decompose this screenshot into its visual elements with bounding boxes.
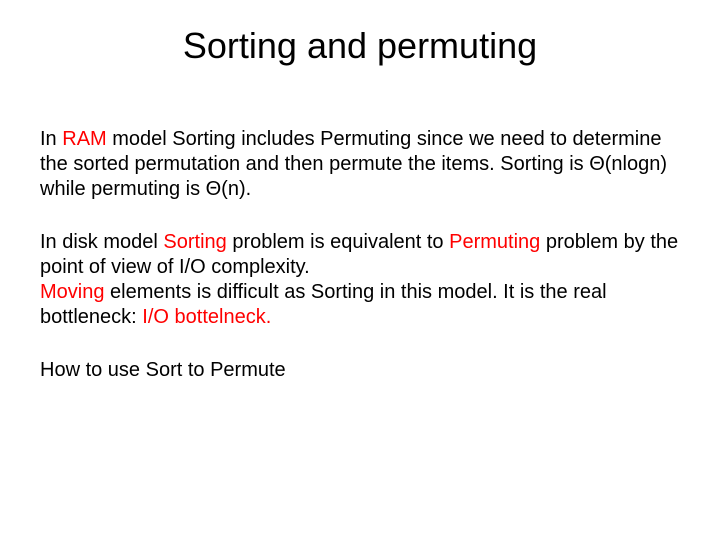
paragraph-2: In disk model Sorting problem is equival… (40, 230, 680, 330)
p2-bottleneck: I/O bottelneck. (142, 306, 271, 328)
p1-ram: RAM (62, 128, 106, 150)
paragraph-3: How to use Sort to Permute (40, 358, 680, 383)
p1-text-e: while permuting is (40, 178, 206, 200)
p1-text-c: model Sorting includes Permuting since w… (40, 128, 661, 175)
p2-text-c: problem is equivalent to (227, 231, 449, 253)
p1-text-a: In (40, 128, 62, 150)
p2-text-a: In disk model (40, 231, 163, 253)
p2-permuting: Permuting (449, 231, 540, 253)
paragraph-1: In RAM model Sorting includes Permuting … (40, 127, 680, 202)
p2-text-g: elements is difficult as Sorting in this… (40, 281, 607, 328)
slide-title: Sorting and permuting (40, 25, 680, 67)
p2-sorting: Sorting (163, 231, 226, 253)
p1-theta-nlogn: Θ(nlogn) (589, 153, 667, 175)
p1-theta-n: Θ(n). (206, 178, 252, 200)
p2-moving: Moving (40, 281, 104, 303)
